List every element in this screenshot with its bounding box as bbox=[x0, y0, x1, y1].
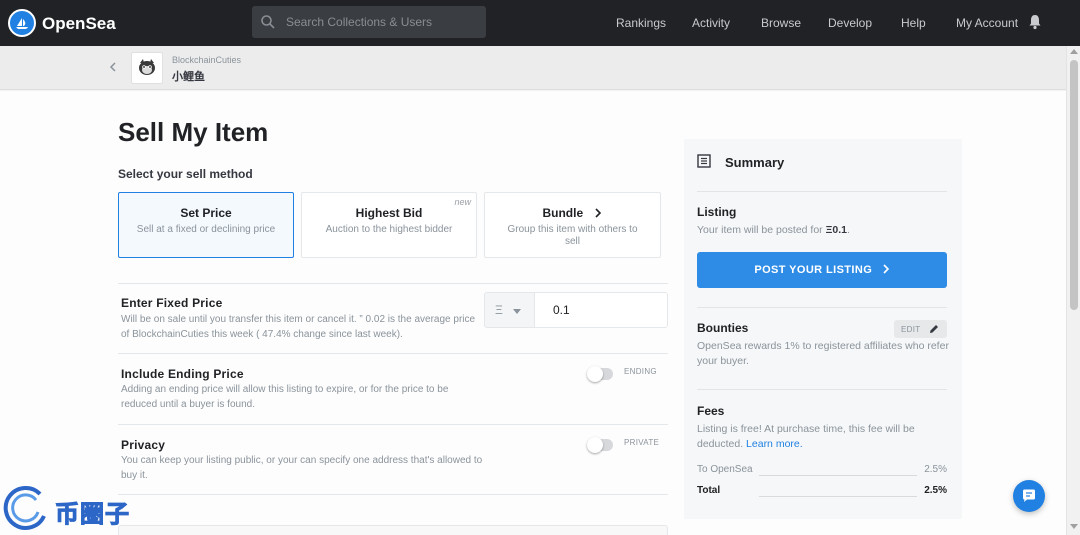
ending-toggle-label: ENDING bbox=[624, 367, 657, 376]
listing-price: Ξ0.1 bbox=[825, 224, 847, 236]
method-title: Bundle bbox=[485, 206, 660, 220]
ending-price-title: Include Ending Price bbox=[121, 367, 244, 381]
privacy-desc: You can keep your listing public, or you… bbox=[121, 455, 483, 481]
chat-button[interactable] bbox=[1013, 480, 1045, 512]
watermark-logo-icon bbox=[3, 486, 46, 530]
edit-label: EDIT bbox=[901, 325, 921, 334]
opensea-logo-icon[interactable] bbox=[8, 9, 36, 37]
bell-icon[interactable] bbox=[1028, 14, 1042, 30]
privacy-title: Privacy bbox=[121, 438, 166, 452]
item-name: 小鲤鱼 bbox=[172, 71, 205, 83]
nav-develop[interactable]: Develop bbox=[828, 16, 872, 30]
fees-title: Fees bbox=[697, 404, 725, 418]
divider bbox=[697, 191, 947, 192]
nav-browse[interactable]: Browse bbox=[761, 16, 801, 30]
method-title-text: Bundle bbox=[542, 206, 584, 220]
sell-method-heading: Select your sell method bbox=[118, 167, 253, 181]
summary-panel: Summary Listing Your item will be posted… bbox=[684, 139, 962, 519]
currency-symbol: Ξ bbox=[495, 303, 503, 317]
fee-dotted-line bbox=[759, 496, 917, 497]
fee-value: 2.5% bbox=[924, 485, 947, 496]
post-listing-label: POST YOUR LISTING bbox=[754, 264, 873, 276]
pencil-icon bbox=[930, 325, 938, 333]
currency-select[interactable]: Ξ bbox=[484, 292, 535, 328]
scroll-up-icon[interactable] bbox=[1070, 49, 1078, 54]
listing-title: Listing bbox=[697, 205, 737, 219]
method-highest-bid[interactable]: new Highest Bid Auction to the highest b… bbox=[301, 192, 477, 258]
fees-text: Listing is free! At purchase time, this … bbox=[697, 422, 949, 452]
page-title: Sell My Item bbox=[118, 117, 269, 147]
top-navbar: OpenSea Rankings Activity Browse Develop… bbox=[0, 0, 1080, 46]
item-thumbnail[interactable] bbox=[131, 52, 163, 84]
method-bundle[interactable]: Bundle Group this item with others to se… bbox=[484, 192, 661, 258]
cutie-avatar-icon bbox=[139, 59, 155, 75]
main-panel: Sell My Item Select your sell method Set… bbox=[0, 91, 1066, 535]
breadcrumb: BlockchainCuties 小鲤鱼 bbox=[0, 46, 1066, 90]
method-desc: Auction to the highest bidder bbox=[325, 224, 453, 235]
page-scrollbar[interactable] bbox=[1066, 46, 1080, 535]
method-set-price[interactable]: Set Price Sell at a fixed or declining p… bbox=[118, 192, 294, 258]
fee-label: To OpenSea bbox=[697, 464, 753, 475]
next-field[interactable] bbox=[118, 525, 668, 535]
private-toggle-label: PRIVATE bbox=[624, 438, 660, 447]
chevron-left-icon[interactable] bbox=[108, 61, 118, 73]
method-desc: Group this item with others to sell bbox=[507, 224, 638, 247]
ending-price-desc: Adding an ending price will allow this l… bbox=[121, 384, 449, 410]
summary-title: Summary bbox=[725, 155, 785, 170]
edit-bounty-button[interactable]: EDIT bbox=[894, 320, 947, 338]
method-title: Highest Bid bbox=[355, 206, 423, 220]
divider bbox=[697, 307, 947, 308]
post-listing-button[interactable]: POST YOUR LISTING bbox=[697, 252, 947, 288]
scroll-down-icon[interactable] bbox=[1070, 524, 1078, 529]
brand-name[interactable]: OpenSea bbox=[42, 14, 116, 34]
bounties-text: OpenSea rewards 1% to registered affilia… bbox=[697, 340, 949, 367]
search-box[interactable] bbox=[252, 6, 486, 38]
method-title: Set Price bbox=[180, 206, 232, 220]
price-input[interactable] bbox=[534, 292, 668, 328]
bounties-title: Bounties bbox=[697, 321, 749, 335]
chat-bubble-icon bbox=[1023, 489, 1035, 502]
chevron-right-icon bbox=[594, 208, 601, 218]
fees-text-body: Listing is free! At purchase time, this … bbox=[697, 423, 915, 450]
learn-more-link[interactable]: Learn more. bbox=[746, 438, 803, 450]
listing-text-prefix: Your item will be posted for bbox=[697, 224, 826, 236]
nav-help[interactable]: Help bbox=[901, 16, 926, 30]
nav-my-account[interactable]: My Account bbox=[956, 16, 1018, 30]
divider bbox=[118, 283, 668, 284]
chevron-right-icon bbox=[883, 264, 889, 274]
fee-dotted-line bbox=[759, 475, 917, 476]
search-input[interactable] bbox=[286, 6, 476, 38]
watermark: 币圈子 bbox=[0, 478, 150, 535]
divider bbox=[118, 424, 668, 425]
privacy-toggle[interactable] bbox=[587, 437, 613, 453]
collection-name[interactable]: BlockchainCuties bbox=[172, 55, 241, 65]
ending-price-toggle[interactable] bbox=[587, 366, 613, 382]
fee-label: Total bbox=[697, 485, 721, 496]
listing-text-suffix: . bbox=[846, 224, 850, 236]
nav-activity[interactable]: Activity bbox=[692, 16, 730, 30]
search-icon bbox=[261, 15, 275, 29]
fixed-price-title: Enter Fixed Price bbox=[121, 296, 223, 310]
nav-rankings[interactable]: Rankings bbox=[616, 16, 666, 30]
watermark-text: 币圈子 bbox=[55, 501, 130, 529]
caret-down-icon bbox=[513, 309, 521, 314]
divider bbox=[118, 494, 668, 495]
divider bbox=[118, 353, 668, 354]
scroll-thumb[interactable] bbox=[1070, 60, 1078, 310]
listing-text: Your item will be posted for Ξ0.1. bbox=[697, 223, 949, 238]
list-icon bbox=[697, 154, 711, 168]
fee-value: 2.5% bbox=[924, 464, 947, 475]
fixed-price-desc: Will be on sale until you transfer this … bbox=[121, 314, 476, 340]
divider bbox=[697, 389, 947, 390]
method-desc: Sell at a fixed or declining price bbox=[136, 224, 276, 235]
